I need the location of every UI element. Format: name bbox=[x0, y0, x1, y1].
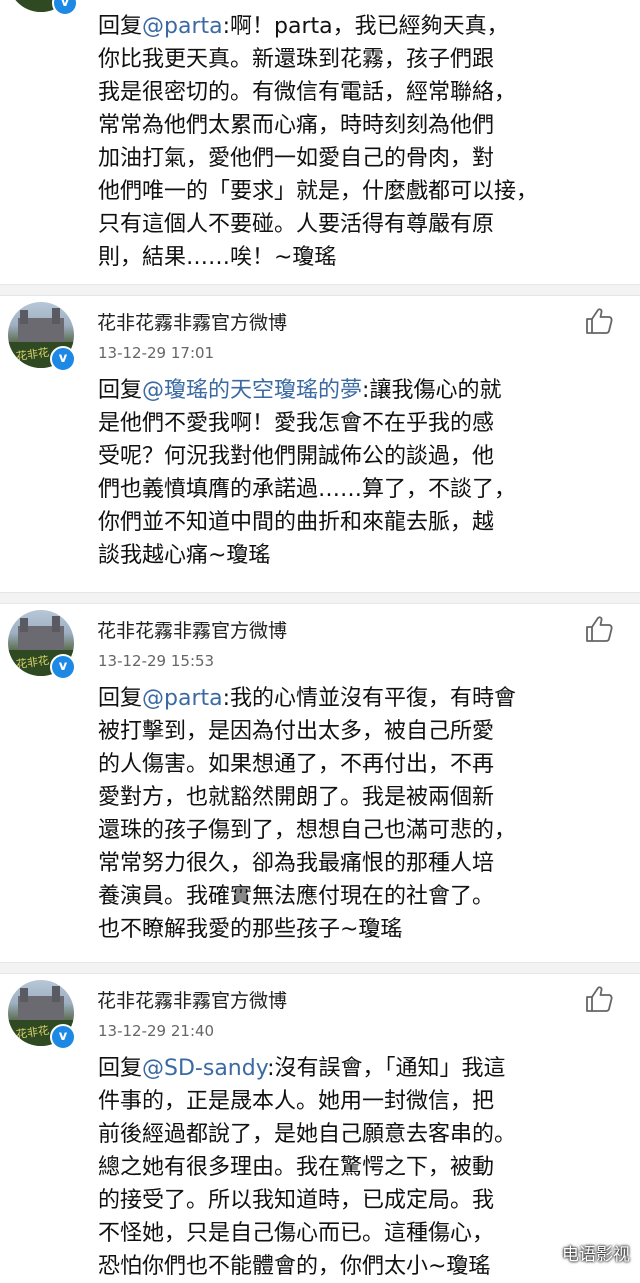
comment-text: :讓我傷心的就 是他們不愛我啊！愛我怎會不在乎我的感 受呢？何況我對他們開誠佈公… bbox=[98, 378, 517, 568]
timestamp: 13-12-29 17:01 bbox=[98, 344, 215, 362]
comment-text: :啊！parta，我已經夠天真， 你比我更天真。新還珠到花霧，孩子們跟 我是很密… bbox=[98, 14, 539, 270]
mention-link[interactable]: @SD-sandy bbox=[142, 1056, 267, 1081]
mention-link[interactable]: @parta bbox=[142, 686, 223, 711]
mention-link[interactable]: @瓊瑤的天空瓊瑤的夢 bbox=[142, 378, 362, 403]
comment-item: 花非花 v 花非花霧非霧官方微博 13-12-29 15:53 回复@parta… bbox=[0, 604, 640, 960]
comment-text: :我的心情並沒有平復，有時會 被打擊到，是因為付出太多，被自己所愛 的人傷害。如… bbox=[98, 686, 517, 942]
thumbs-up-icon[interactable] bbox=[584, 306, 614, 336]
comment-item: v 回复@parta:啊！parta，我已經夠天真， 你比我更天真。新還珠到花霧… bbox=[0, 0, 640, 288]
comment-body: 回复@parta:我的心情並沒有平復，有時會 被打擊到，是因為付出太多，被自己所… bbox=[98, 686, 517, 942]
divider bbox=[0, 592, 640, 604]
watermark: 电语影视 bbox=[562, 1245, 630, 1265]
comment-body: 回复@parta:啊！parta，我已經夠天真， 你比我更天真。新還珠到花霧，孩… bbox=[98, 14, 539, 270]
comment-item: 花非花 v 花非花霧非霧官方微博 13-12-29 21:40 回复@SD-sa… bbox=[0, 974, 640, 1281]
divider bbox=[0, 962, 640, 974]
username[interactable]: 花非花霧非霧官方微博 bbox=[97, 986, 287, 1013]
verified-badge-icon: v bbox=[52, 0, 78, 16]
verified-badge-icon: v bbox=[50, 1024, 76, 1050]
thumbs-up-icon[interactable] bbox=[584, 614, 614, 644]
verified-badge-icon: v bbox=[50, 654, 76, 680]
comment-body: 回复@SD-sandy:沒有誤會，「通知」我這 件事的，正是晟本人。她用一封微信… bbox=[98, 1056, 517, 1279]
timestamp: 13-12-29 15:53 bbox=[98, 652, 215, 670]
comment-item: 花非花 v 花非花霧非霧官方微博 13-12-29 17:01 回复@瓊瑤的天空… bbox=[0, 296, 640, 592]
mention-link[interactable]: @parta bbox=[142, 14, 223, 39]
thumbs-up-icon[interactable] bbox=[584, 984, 614, 1014]
timestamp: 13-12-29 21:40 bbox=[98, 1022, 215, 1040]
verified-badge-icon: v bbox=[50, 346, 76, 372]
username[interactable]: 花非花霧非霧官方微博 bbox=[97, 308, 287, 335]
comment-text: :沒有誤會，「通知」我這 件事的，正是晟本人。她用一封微信，把 前後經過都說了，… bbox=[98, 1056, 517, 1279]
divider bbox=[0, 284, 640, 296]
comment-body: 回复@瓊瑤的天空瓊瑤的夢:讓我傷心的就 是他們不愛我啊！愛我怎會不在乎我的感 受… bbox=[98, 378, 517, 568]
username[interactable]: 花非花霧非霧官方微博 bbox=[97, 616, 287, 643]
